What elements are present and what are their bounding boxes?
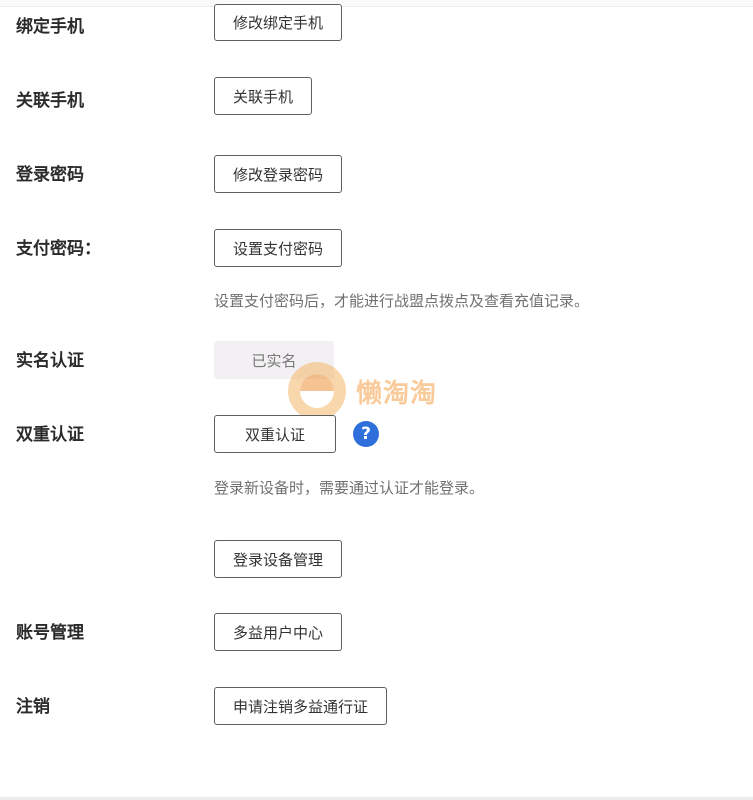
account-security-page: 绑定手机 修改绑定手机 关联手机 关联手机 登录密码 修改登录密码 支付密码： …: [0, 0, 753, 800]
change-login-password-button[interactable]: 修改登录密码: [214, 155, 343, 193]
device-management-button[interactable]: 登录设备管理: [214, 540, 343, 578]
top-divider: [0, 0, 753, 7]
account-management-label: 账号管理: [16, 623, 84, 643]
change-bound-phone-button[interactable]: 修改绑定手机: [214, 4, 343, 41]
two-factor-hint: 登录新设备时，需要通过认证才能登录。: [214, 479, 485, 497]
pay-password-label: 支付密码：: [16, 239, 101, 259]
verified-badge: 已实名: [214, 341, 334, 379]
two-factor-label: 双重认证: [16, 425, 84, 445]
watermark-text: 懒淘淘: [356, 378, 438, 409]
bind-phone-label: 绑定手机: [16, 17, 84, 37]
cancel-account-label: 注销: [16, 697, 50, 717]
set-pay-password-button[interactable]: 设置支付密码: [214, 229, 343, 267]
apply-cancel-account-button[interactable]: 申请注销多益通行证: [214, 687, 388, 725]
link-phone-label: 关联手机: [16, 91, 84, 111]
link-phone-button[interactable]: 关联手机: [214, 77, 313, 115]
help-icon[interactable]: ?: [353, 421, 379, 447]
two-factor-button[interactable]: 双重认证: [214, 415, 336, 453]
real-name-label: 实名认证: [16, 351, 84, 371]
pay-password-hint: 设置支付密码后，才能进行战盟点拨点及查看充值记录。: [214, 292, 590, 310]
user-center-button[interactable]: 多益用户中心: [214, 613, 343, 651]
login-password-label: 登录密码: [16, 165, 84, 185]
